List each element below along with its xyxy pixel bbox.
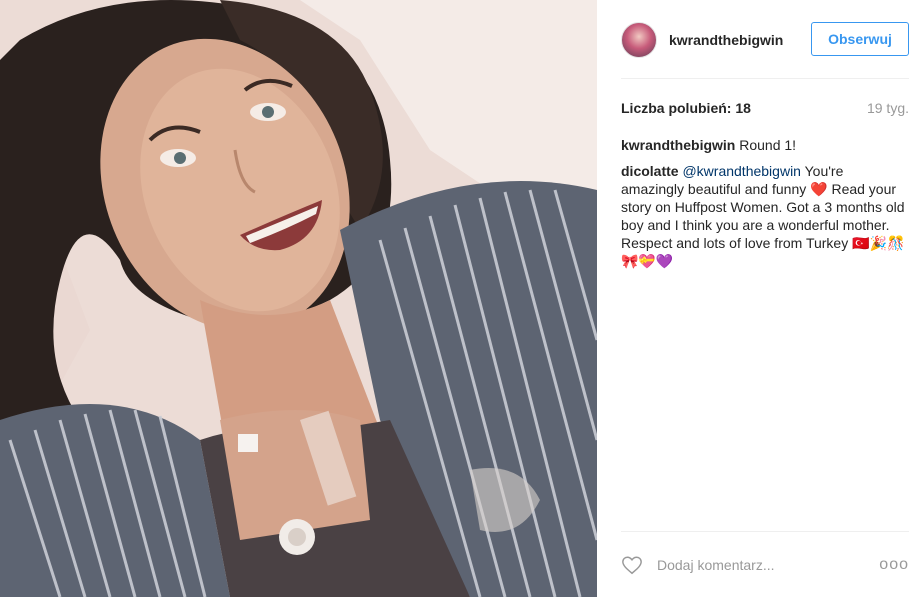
photo-illustration xyxy=(0,0,597,597)
comment-input[interactable] xyxy=(657,557,867,573)
post-header: kwrandthebigwin Obserwuj xyxy=(621,18,909,62)
comment-item: dicolatte @kwrandthebigwin You're amazin… xyxy=(621,162,909,270)
more-options-icon[interactable]: ooo xyxy=(879,556,909,574)
header-divider xyxy=(621,78,909,79)
comment-mention[interactable]: @kwrandthebigwin xyxy=(682,163,801,179)
post-username[interactable]: kwrandthebigwin xyxy=(669,32,783,48)
post-photo[interactable] xyxy=(0,0,597,597)
comment-footer: ooo xyxy=(621,552,909,578)
avatar[interactable] xyxy=(621,22,657,58)
likes-row: Liczba polubień: 18 19 tyg. xyxy=(621,98,909,118)
heart-outline-icon[interactable] xyxy=(621,554,643,576)
post-time[interactable]: 19 tyg. xyxy=(867,100,909,116)
comment-username[interactable]: dicolatte xyxy=(621,163,679,179)
comment-username[interactable]: kwrandthebigwin xyxy=(621,137,735,153)
footer-divider xyxy=(621,531,909,532)
heart-emoji-icon: ❤️ xyxy=(810,181,828,197)
comment-text: Round 1! xyxy=(739,137,797,153)
comments-list: kwrandthebigwin Round 1! dicolatte @kwra… xyxy=(621,136,909,278)
post-details-panel: kwrandthebigwin Obserwuj Liczba polubień… xyxy=(597,0,924,597)
comment-item: kwrandthebigwin Round 1! xyxy=(621,136,909,154)
likes-count[interactable]: Liczba polubień: 18 xyxy=(621,100,751,116)
follow-button[interactable]: Obserwuj xyxy=(811,22,909,56)
